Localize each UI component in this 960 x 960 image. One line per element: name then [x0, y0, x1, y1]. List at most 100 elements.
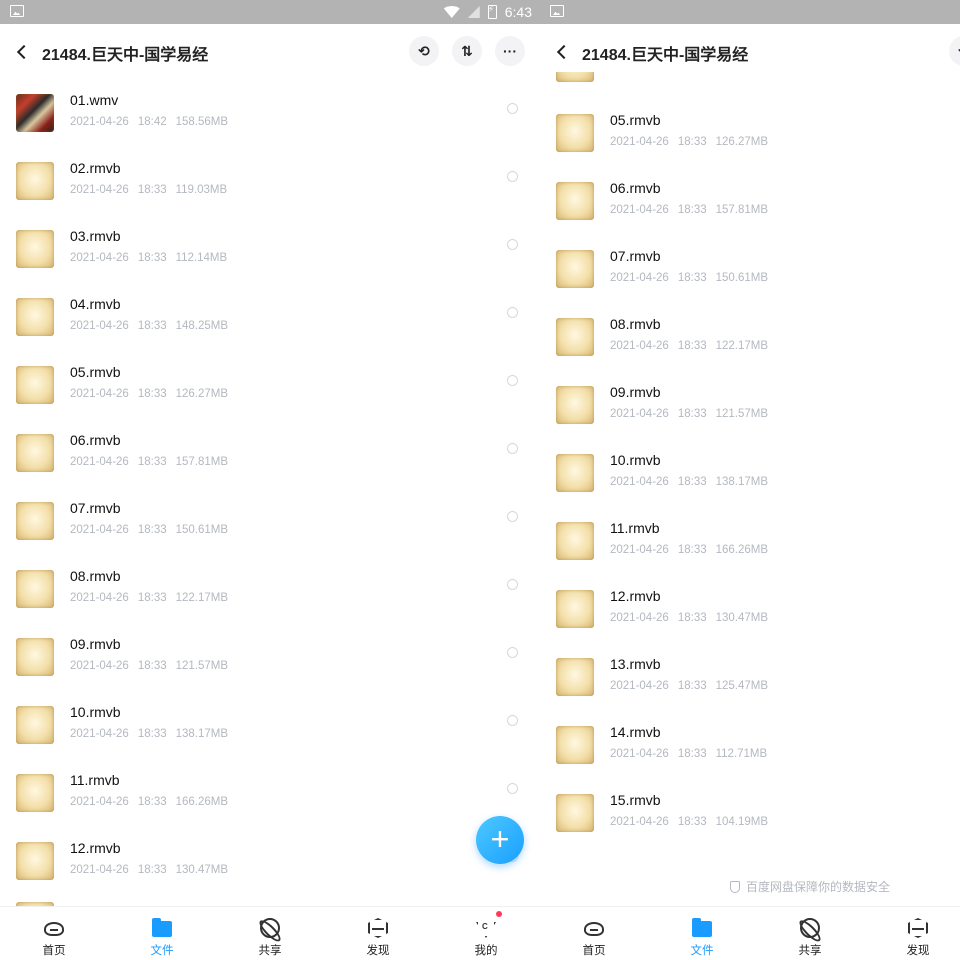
- select-checkbox[interactable]: [507, 511, 518, 522]
- file-meta: 2021-04-26 18:33 121.57MB: [610, 408, 777, 420]
- file-row[interactable]: 12.rmvb 2021-04-26 18:33 130.47MB: [0, 828, 540, 896]
- select-checkbox[interactable]: [507, 171, 518, 182]
- status-bar: 6:43: [0, 0, 540, 24]
- file-row[interactable]: 10.rmvb 2021-04-26 18:33 138.17MB: [0, 692, 540, 760]
- file-row[interactable]: 15.rmvb 2021-04-26 18:33 104.19MB: [540, 780, 960, 848]
- file-thumbnail: [556, 386, 594, 424]
- file-date: 2021-04-26: [70, 592, 129, 604]
- file-row[interactable]: 09.rmvb 2021-04-26 18:33 121.57MB: [540, 372, 960, 440]
- tab-label: 首页: [42, 945, 66, 957]
- file-date: 2021-04-26: [70, 252, 129, 264]
- file-thumbnail: [16, 434, 54, 472]
- file-row[interactable]: 09.rmvb 2021-04-26 18:33 121.57MB: [0, 624, 540, 692]
- select-checkbox[interactable]: [507, 783, 518, 794]
- select-checkbox[interactable]: [507, 579, 518, 590]
- file-date: 2021-04-26: [610, 816, 669, 828]
- file-row[interactable]: 04.rmvb 2021-04-26 18:33 148.25MB: [0, 284, 540, 352]
- cube-discover-icon: [368, 918, 388, 938]
- file-row[interactable]: 07.rmvb 2021-04-26 18:33 150.61MB: [0, 488, 540, 556]
- file-row[interactable]: 03.rmvb 2021-04-26 18:33 112.14MB: [0, 216, 540, 284]
- file-time: 18:33: [137, 796, 167, 808]
- file-size: 138.17MB: [715, 476, 769, 488]
- tab-3[interactable]: 发现: [888, 907, 948, 960]
- file-row[interactable]: 08.rmvb 2021-04-26 18:33 122.17MB: [0, 556, 540, 624]
- file-time: 18:33: [677, 204, 707, 216]
- file-name: 05.rmvb: [610, 112, 661, 128]
- tab-0[interactable]: 首页: [24, 907, 84, 960]
- page-title: 21484.巨天中-国学易经: [582, 47, 749, 64]
- file-size: 112.14MB: [175, 252, 228, 264]
- select-checkbox[interactable]: [507, 307, 518, 318]
- file-row[interactable]: 11.rmvb 2021-04-26 18:33 166.26MB: [540, 508, 960, 576]
- file-size: 138.17MB: [175, 728, 229, 740]
- file-meta: 2021-04-26 18:33 112.71MB: [610, 748, 776, 760]
- file-row[interactable]: 05.rmvb 2021-04-26 18:33 126.27MB: [0, 352, 540, 420]
- file-row[interactable]: 12.rmvb 2021-04-26 18:33 130.47MB: [540, 576, 960, 644]
- file-date: 2021-04-26: [70, 524, 129, 536]
- select-checkbox[interactable]: [507, 239, 518, 250]
- file-row[interactable]: 14.rmvb 2021-04-26 18:33 112.71MB: [540, 712, 960, 780]
- file-thumbnail: [556, 726, 594, 764]
- file-date: 2021-04-26: [70, 320, 129, 332]
- file-name: 15.rmvb: [610, 792, 661, 808]
- file-meta: 2021-04-26 18:33 138.17MB: [610, 476, 777, 488]
- tab-1[interactable]: 文件: [672, 907, 732, 960]
- file-row[interactable]: 06.rmvb 2021-04-26 18:33 157.81MB: [0, 420, 540, 488]
- file-meta: 2021-04-26 18:33 138.17MB: [70, 728, 237, 740]
- history-button[interactable]: ⟲: [409, 36, 439, 66]
- file-time: 18:33: [677, 748, 707, 760]
- tab-2[interactable]: 共享: [240, 907, 300, 960]
- sort-icon: ⇅: [461, 42, 473, 59]
- history-button[interactable]: ⟲: [949, 36, 960, 66]
- select-checkbox[interactable]: [507, 647, 518, 658]
- file-date: 2021-04-26: [610, 476, 669, 488]
- back-arrow-icon[interactable]: [554, 41, 574, 63]
- select-checkbox[interactable]: [507, 375, 518, 386]
- file-meta: 2021-04-26 18:33 125.47MB: [610, 680, 777, 692]
- file-meta: 2021-04-26 18:33 150.61MB: [70, 524, 237, 536]
- file-row[interactable]: 01.wmv 2021-04-26 18:42 158.56MB: [0, 80, 540, 148]
- file-date: 2021-04-26: [610, 136, 669, 148]
- history-icon: ⟲: [418, 42, 430, 59]
- file-row[interactable]: 06.rmvb 2021-04-26 18:33 157.81MB: [540, 168, 960, 236]
- select-checkbox[interactable]: [507, 715, 518, 726]
- upload-fab-button[interactable]: +: [476, 816, 524, 864]
- gallery-notification-icon: [550, 5, 564, 17]
- file-row[interactable]: 11.rmvb 2021-04-26 18:33 166.26MB: [0, 760, 540, 828]
- file-date: 2021-04-26: [610, 204, 669, 216]
- file-row[interactable]: 08.rmvb 2021-04-26 18:33 122.17MB: [540, 304, 960, 372]
- file-row[interactable]: 10.rmvb 2021-04-26 18:33 138.17MB: [540, 440, 960, 508]
- file-time: 18:33: [677, 816, 707, 828]
- file-thumbnail: [556, 590, 594, 628]
- file-size: 148.25MB: [175, 320, 229, 332]
- file-row[interactable]: 05.rmvb 2021-04-26 18:33 126.27MB: [540, 100, 960, 168]
- tab-1[interactable]: 文件: [132, 907, 192, 960]
- file-date: 2021-04-26: [610, 544, 669, 556]
- tab-0[interactable]: 首页: [564, 907, 624, 960]
- cube-discover-icon: [908, 918, 928, 938]
- file-date: 2021-04-26: [70, 796, 129, 808]
- file-date: 2021-04-26: [70, 116, 129, 128]
- file-meta: 2021-04-26 18:33 122.17MB: [70, 592, 237, 604]
- more-button[interactable]: ···: [495, 36, 525, 66]
- file-time: 18:33: [677, 408, 707, 420]
- select-checkbox[interactable]: [507, 443, 518, 454]
- file-row[interactable]: 07.rmvb 2021-04-26 18:33 150.61MB: [540, 236, 960, 304]
- tab-label: 共享: [258, 945, 282, 957]
- sort-button[interactable]: ⇅: [452, 36, 482, 66]
- file-name: 07.rmvb: [610, 248, 661, 264]
- file-meta: 2021-04-26 18:33 148.25MB: [70, 320, 237, 332]
- file-thumbnail: [16, 502, 54, 540]
- back-arrow-icon[interactable]: [14, 41, 34, 63]
- diamond-profile-icon: [476, 922, 496, 938]
- tab-4[interactable]: 我的: [456, 907, 516, 960]
- tab-2[interactable]: 共享: [780, 907, 840, 960]
- file-thumbnail: [556, 454, 594, 492]
- file-time: 18:33: [137, 592, 167, 604]
- file-row[interactable]: 13.rmvb 2021-04-26 18:33 125.47MB: [540, 644, 960, 712]
- select-checkbox[interactable]: [507, 103, 518, 114]
- file-size: 150.61MB: [715, 272, 769, 284]
- file-row[interactable]: 02.rmvb 2021-04-26 18:33 119.03MB: [0, 148, 540, 216]
- tab-3[interactable]: 发现: [348, 907, 408, 960]
- security-note-text: 百度网盘保障你的数据安全: [746, 880, 891, 894]
